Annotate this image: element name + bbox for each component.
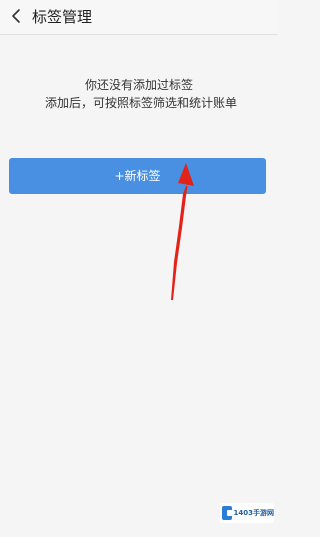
arrow-shaft xyxy=(171,186,188,300)
add-tag-button[interactable]: +新标签 xyxy=(9,158,266,194)
watermark-logo-icon xyxy=(222,506,233,520)
watermark-text: 1403手游网 xyxy=(233,509,274,517)
empty-state-line-2: 添加后，可按照标签筛选和统计账单 xyxy=(44,96,237,110)
watermark: 1403手游网 xyxy=(220,503,274,523)
chevron-left-icon xyxy=(12,9,20,23)
empty-state-message: 你还没有添加过标签 添加后，可按照标签筛选和统计账单 xyxy=(0,76,278,112)
back-button[interactable] xyxy=(3,3,29,29)
empty-state-line-1: 你还没有添加过标签 xyxy=(84,78,193,92)
top-bar: 标签管理 xyxy=(0,0,278,35)
page-title: 标签管理 xyxy=(32,8,93,26)
